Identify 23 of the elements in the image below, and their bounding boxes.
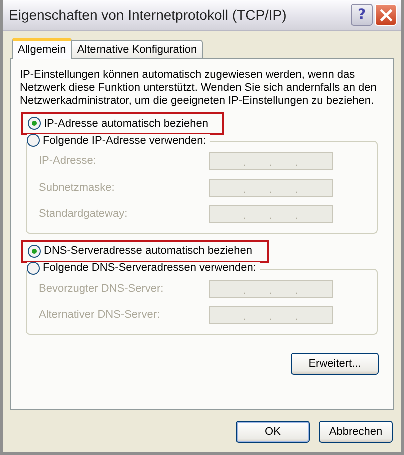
radio-option[interactable]: DNS-Serveradresse automatisch beziehen <box>28 244 252 258</box>
radio-button[interactable] <box>27 134 40 147</box>
field-label: IP-Adresse: <box>39 155 96 168</box>
field-label: Standardgateway: <box>39 208 128 220</box>
field-label: Subnetzmaske: <box>39 182 115 194</box>
close-icon <box>380 8 392 22</box>
advanced-button[interactable]: Erweitert... <box>291 352 379 374</box>
radio-button[interactable] <box>28 244 41 258</box>
radio-option[interactable]: Folgende IP-Adresse verwenden: <box>27 134 210 147</box>
ok-button[interactable]: OK <box>236 421 310 443</box>
tab[interactable]: Allgemein <box>12 38 72 59</box>
field-label: Bevorzugter DNS-Server: <box>39 282 164 295</box>
close-button[interactable] <box>375 4 397 26</box>
tab[interactable]: Alternative Konfiguration <box>71 40 204 58</box>
intro-text: IP-Einstellungen können automatisch zugewiesen werden, wenn das Netzwerk diese Funktion unterstützt. Wenden Sie sich andernfalls an den Netzwerkadministrator, um die geeigneten IP-Einstellungen zu beziehen. <box>20 69 378 108</box>
radio-button[interactable] <box>28 117 41 130</box>
cancel-button[interactable]: Abbrechen <box>319 421 393 443</box>
radio-option[interactable]: IP-Adresse automatisch beziehen <box>28 117 208 130</box>
field-label: Alternativer DNS-Server: <box>39 309 160 322</box>
radio-button[interactable] <box>27 262 40 274</box>
radio-option[interactable]: Folgende DNS-Serveradressen verwenden: <box>27 262 260 274</box>
window-title: Eigenschaften von Internetprotokoll (TCP/IP) <box>9 7 287 23</box>
help-button[interactable]: ? <box>351 4 373 26</box>
